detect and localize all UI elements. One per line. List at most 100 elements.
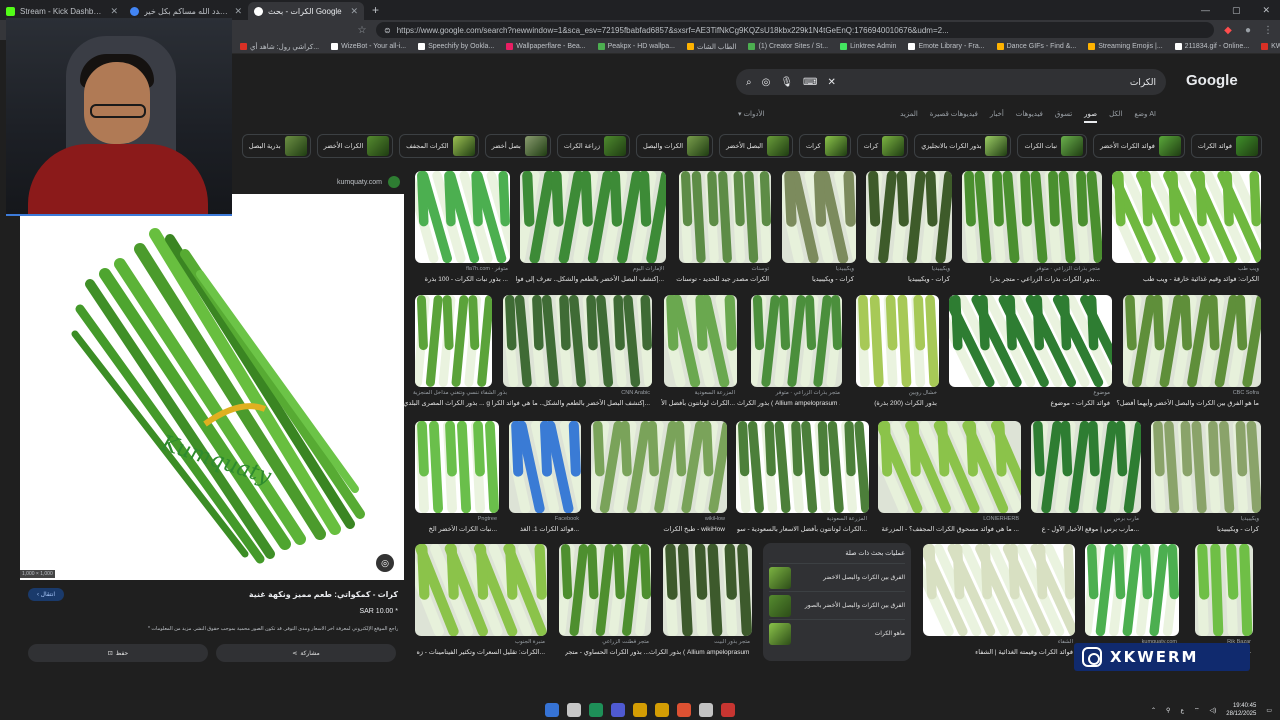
result-caption[interactable]: بذور الكراث ( Allium ampeloprasum ... [649, 648, 750, 656]
google-logo[interactable]: Google [1186, 72, 1238, 89]
taskbar-app-icon[interactable] [545, 703, 559, 717]
taskbar-app-icon[interactable] [589, 703, 603, 717]
profile-icon[interactable]: ● [1242, 25, 1254, 36]
image-result[interactable]: متجر بذور البيت بذور الكراث ( Allium ampe… [649, 544, 752, 664]
result-caption[interactable]: فوائد الكرات وقيمته الغذائية | الشفاء [975, 648, 1073, 656]
bookmark-item[interactable]: الطاب الشات [686, 43, 736, 51]
result-thumbnail[interactable] [923, 544, 1075, 636]
preview-title[interactable]: كرات - كمكواتي: طعم مميز ونكهة غنية [249, 590, 398, 599]
result-caption[interactable]: بذور نبات الكرات - 100 بذرة ... [425, 275, 508, 283]
url-field[interactable]: ⊜ https://www.google.com/search?newwindo… [376, 22, 1214, 38]
image-result[interactable]: الشفاء فوائد الكرات وقيمته الغذائية | الش… [923, 544, 1075, 664]
result-caption[interactable]: بذور الكراث المصرى البلدي ... g [403, 399, 490, 407]
close-tab-icon[interactable]: ✕ [234, 6, 242, 17]
image-result[interactable]: Facebook فوائد الكرات 1. الغذ... [509, 421, 581, 541]
result-caption[interactable]: مأرب برس | موقع الأخبار الأول - ع... [1042, 525, 1139, 533]
result-thumbnail[interactable] [509, 421, 581, 513]
image-result[interactable]: ويكيبيديا كرات - ويكيبيديا [866, 171, 952, 291]
result-thumbnail[interactable] [866, 171, 952, 263]
refine-chip[interactable]: زراعة الكرات [556, 134, 630, 158]
extension-icon[interactable]: ◆ [1222, 25, 1234, 36]
image-result[interactable]: مارب برس مأرب برس | موقع الأخبار الأول - … [1031, 421, 1141, 541]
result-caption[interactable]: إكتشف البصل الأخضر بالطعم والشكل.. تعرف … [515, 275, 664, 283]
wifi-icon[interactable]: ⌔ [1194, 706, 1200, 714]
result-caption[interactable]: الكراث لوتانتون بأفضل الاسعار بالسعودية … [737, 525, 867, 533]
refine-chip[interactable]: فوائد الكرات الأخضر [1093, 134, 1185, 158]
image-result[interactable]: منبرة الجنوب الكرات: تقليل السعرات وتكثير… [415, 544, 547, 664]
search-input[interactable]: الكرات [846, 77, 1156, 88]
preview-image[interactable]: Kumquaty [20, 194, 404, 580]
refine-chip[interactable]: الكرات والبصل [635, 134, 714, 158]
keyboard-icon[interactable]: ⌨ [803, 77, 817, 88]
result-thumbnail[interactable] [751, 295, 842, 387]
bookmark-item[interactable]: Dance GIFs - Find &... [996, 43, 1076, 50]
filter-tab[interactable]: أخبار [990, 110, 1004, 123]
refine-chip[interactable]: بذور الكرات بالانجليزي [914, 134, 1012, 158]
refine-chip[interactable]: بصل أخضر [484, 134, 551, 158]
result-thumbnail[interactable] [591, 421, 727, 513]
language-indicator[interactable]: ع [1180, 707, 1184, 714]
result-thumbnail[interactable] [415, 421, 499, 513]
search-icon[interactable]: ⌕ [746, 77, 752, 88]
bookmark-star-icon[interactable]: ☆ [356, 25, 368, 36]
related-search-item[interactable]: ماهو الكرات [769, 619, 905, 647]
new-tab-button[interactable]: + [364, 3, 387, 17]
bookmark-item[interactable]: Wallpaperflare - Bea... [506, 43, 586, 50]
bookmark-item[interactable]: (1) Creator Sites / St... [748, 43, 828, 50]
filter-tab[interactable]: تسوق [1055, 110, 1072, 123]
refine-chip[interactable]: كرات [856, 134, 909, 158]
result-caption[interactable]: كرات - ويكيبيديا [1217, 525, 1259, 533]
result-caption[interactable]: بذور الكراث (200 بذرة) [874, 399, 937, 407]
image-result[interactable]: ويب طب الكرات: فوائد وقيم غذائية خارقة - … [1112, 171, 1261, 291]
close-window-button[interactable]: ✕ [1262, 5, 1270, 16]
result-thumbnail[interactable] [1085, 544, 1179, 636]
result-thumbnail[interactable] [1123, 295, 1261, 387]
tools-button[interactable]: ▾ الأدوات [738, 110, 764, 118]
result-caption[interactable]: كرات - ويكيبيديا [908, 275, 950, 283]
image-result[interactable]: متجر بذرات الزراعي · متوفر بذور الكرات بذ… [962, 171, 1102, 291]
result-thumbnail[interactable] [856, 295, 939, 387]
taskbar-app-icon[interactable] [721, 703, 735, 717]
image-result[interactable]: ويكيبيديا كرات - ويكيبيديا [1151, 421, 1261, 541]
close-tab-icon[interactable]: ✕ [110, 6, 118, 17]
site-info-icon[interactable]: ⊜ [384, 26, 391, 35]
refine-chip[interactable]: البصل الأخضر [719, 134, 793, 158]
bookmark-item[interactable]: كراشي رول: شاهد أي... [240, 43, 319, 51]
taskbar-app-icon[interactable] [611, 703, 625, 717]
result-thumbnail[interactable] [663, 544, 752, 636]
image-result[interactable]: المزرعة السعودية الكراث لوتانتون بأفضل ال… [661, 295, 737, 415]
refine-chip[interactable]: كرات [798, 134, 851, 158]
taskbar-app-icon[interactable] [677, 703, 691, 717]
clear-icon[interactable]: ✕ [827, 77, 835, 88]
related-search-item[interactable]: الفرق بين الكرات والبصل الأخضر بالصور [769, 591, 905, 619]
close-tab-icon[interactable]: ✕ [350, 6, 358, 17]
image-result[interactable]: توسنات الكرات مصدر جيد للحديد - توسنات [676, 171, 771, 291]
search-box[interactable]: ⌕ ◎ 🎙 ⌨ ✕ الكرات [736, 69, 1166, 95]
result-caption[interactable]: الكرات: فوائد وقيم غذائية خارقة - ويب طب [1143, 275, 1259, 283]
network-icon[interactable]: ⚲ [1166, 707, 1170, 714]
result-thumbnail[interactable] [415, 295, 492, 387]
result-thumbnail[interactable] [1031, 421, 1141, 513]
result-thumbnail[interactable] [1195, 544, 1253, 636]
result-thumbnail[interactable] [664, 295, 737, 387]
refine-chip[interactable]: بذرية البصل [241, 134, 311, 158]
result-thumbnail[interactable] [782, 171, 856, 263]
result-thumbnail[interactable] [1112, 171, 1261, 263]
result-thumbnail[interactable] [559, 544, 651, 636]
result-caption[interactable]: طبخ الكرات - wikiHow [663, 525, 725, 533]
result-thumbnail[interactable] [503, 295, 652, 387]
image-result[interactable]: wikiHow طبخ الكرات - wikiHow [591, 421, 727, 541]
image-result[interactable]: LONIERHERB ما هي فوائد مسحوق الكرات المجف… [878, 421, 1021, 541]
filter-tab[interactable]: وضع AI [1134, 110, 1156, 123]
result-caption[interactable]: فوائد الكرات 1. الغذ... [520, 525, 579, 533]
result-thumbnail[interactable] [878, 421, 1021, 513]
refine-chip[interactable]: فوائد الكرات [1190, 134, 1262, 158]
result-caption[interactable]: ما هو الفرق بين الكرات والبصل الأخضر وأي… [1116, 399, 1259, 407]
result-thumbnail[interactable] [415, 171, 510, 263]
mic-icon[interactable]: 🎙 [780, 77, 793, 88]
result-caption[interactable]: فوائد الكرات - موضوع [1050, 399, 1110, 407]
result-thumbnail[interactable] [962, 171, 1102, 263]
bookmark-item[interactable]: KWERIM - Google... [1261, 43, 1280, 50]
bookmark-item[interactable]: 211834.gif - Online... [1174, 43, 1249, 50]
filter-tab[interactable]: المزيد [900, 110, 918, 123]
